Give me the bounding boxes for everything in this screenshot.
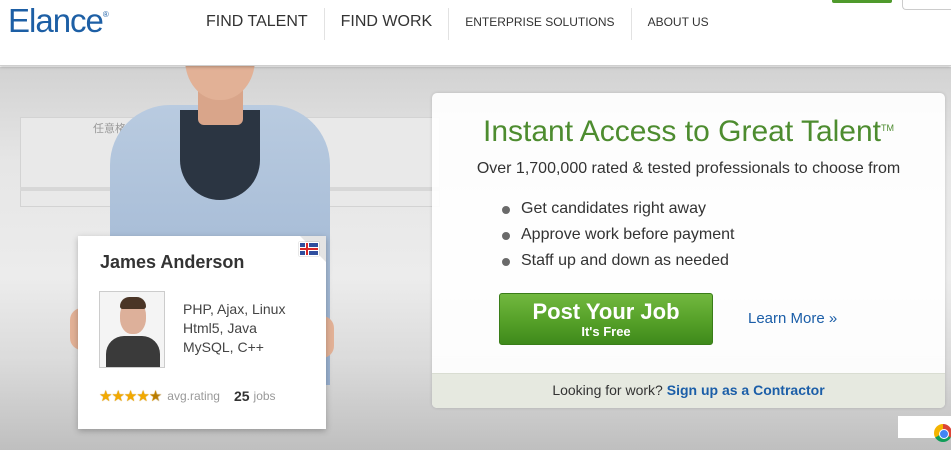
looking-for-work-text: Looking for work? [552,382,663,398]
nav-about-us[interactable]: ABOUT US [632,8,725,40]
promo-title: Instant Access to Great TalentTM [432,115,945,149]
jobs-label: jobs [253,389,276,403]
learn-more-link[interactable]: Learn More » [748,310,837,327]
registered-mark: ® [102,10,109,19]
promo-subtitle: Over 1,700,000 rated & tested profession… [476,160,901,177]
profile-avatar [99,291,165,368]
post-your-job-button[interactable]: Post Your Job It's Free [499,293,713,345]
logo-text: Elance [8,2,104,39]
promo-title-text: Instant Access to Great Talent [483,115,881,148]
post-job-label: Post Your Job [532,299,680,324]
chrome-icon[interactable] [934,424,951,442]
site-header: Elance® FIND TALENT FIND WORK ENTERPRISE… [0,0,951,66]
trademark-mark: TM [881,123,894,133]
elance-logo[interactable]: Elance® [8,2,109,40]
rating-label: avg.rating [167,389,220,403]
promo-bullets: Get candidates right away Approve work b… [501,200,734,278]
nav-find-talent[interactable]: FIND TALENT [190,8,325,40]
profile-rating: ★ ★ ★ ★ ★ avg.rating 25 jobs [99,387,276,405]
post-job-sublabel: It's Free [581,324,631,339]
bullet-item: Staff up and down as needed [501,252,734,278]
contractor-signup-bar: Looking for work? Sign up as a Contracto… [432,373,945,408]
bullet-item: Get candidates right away [501,200,734,226]
promo-panel: Instant Access to Great TalentTM Over 1,… [432,93,945,408]
profile-name: James Anderson [100,252,245,272]
rating-stars: ★ ★ ★ ★ ★ [99,387,163,405]
jobs-count: 25 [233,388,250,404]
nav-find-work[interactable]: FIND WORK [325,8,450,40]
skill-line: Html5, Java [183,320,257,336]
top-green-button-edge[interactable] [832,0,892,3]
bullet-item: Approve work before payment [501,226,734,252]
star-icon: ★ [111,388,125,405]
nav-enterprise-solutions[interactable]: ENTERPRISE SOLUTIONS [449,8,632,40]
profile-skills: PHP, Ajax, Linux Html5, Java MySQL, C++ [183,300,285,357]
skill-line: MySQL, C++ [183,339,264,355]
half-star-icon: ★ [148,388,163,405]
main-nav: FIND TALENT FIND WORK ENTERPRISE SOLUTIO… [190,8,725,40]
sign-up-contractor-link[interactable]: Sign up as a Contractor [667,382,825,398]
top-right-box-edge [902,0,951,10]
skill-line: PHP, Ajax, Linux [183,301,286,317]
iceland-flag-icon [299,242,319,256]
star-icon: ★ [136,388,150,405]
profile-card[interactable]: James Anderson PHP, Ajax, Linux Html5, J… [78,236,326,429]
